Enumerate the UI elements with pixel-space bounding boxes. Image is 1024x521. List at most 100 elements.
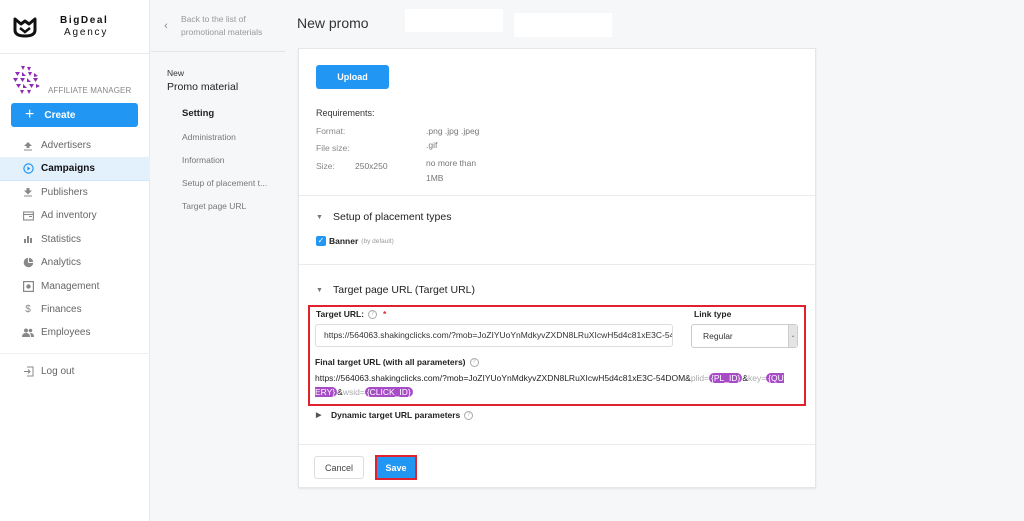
- subnav-item-administration[interactable]: Administration: [182, 130, 267, 153]
- final-url-label-text: Final target URL (with all parameters): [315, 357, 466, 367]
- sidebar-item-label: Employees: [41, 327, 91, 339]
- sidebar-divider: [0, 352, 150, 354]
- sidebar-item-finances[interactable]: $ Finances: [0, 298, 150, 321]
- bigdeal-logo-icon: [13, 17, 37, 37]
- placement-section-title: Setup of placement types: [333, 211, 452, 223]
- link-type-value: Regular: [703, 331, 733, 341]
- subnav-title-main: Promo material: [167, 81, 239, 93]
- sidebar-item-label: Campaigns: [41, 163, 95, 175]
- sidebar-item-label: Analytics: [41, 257, 82, 269]
- main-sidebar: BigDeal Agency AFFILIATE MANAGER + Creat…: [0, 0, 150, 521]
- help-icon[interactable]: ?: [368, 309, 378, 319]
- sidebar-nav: Advertisers Campaigns Publishers Ad inve…: [0, 134, 150, 383]
- subnav-title: New Promo material: [167, 68, 238, 93]
- promo-form-card: Upload Requirements: Format: .png .jpg .…: [298, 48, 816, 488]
- param-tag-pl-id: {PL_ID}: [709, 373, 743, 383]
- placement-section-header[interactable]: ▼ Setup of placement types: [316, 211, 452, 223]
- subnav-title-small: New: [167, 68, 185, 78]
- promo-subnav: ‹ Back to the list of promotional materi…: [151, 0, 285, 521]
- banner-label: Banner: [329, 236, 359, 246]
- user-role: AFFILIATE MANAGER: [11, 64, 131, 96]
- final-url-label: Final target URL (with all parameters) ?: [315, 357, 479, 367]
- download-arrow-icon: [22, 186, 34, 198]
- sidebar-item-label: Management: [41, 280, 100, 292]
- create-button[interactable]: + Create: [11, 103, 138, 127]
- upload-button[interactable]: Upload: [316, 65, 389, 89]
- subnav-item-placement-types[interactable]: Setup of placement t...: [182, 176, 267, 199]
- window-icon: [22, 210, 34, 222]
- format-value-gif: .gif: [426, 140, 438, 150]
- subnav-item-target-url[interactable]: Target page URL: [182, 199, 267, 222]
- brand-line2: Agency: [64, 26, 109, 38]
- sidebar-item-management[interactable]: Management: [0, 274, 150, 297]
- caret-down-icon: ▼: [316, 286, 323, 294]
- required-asterisk: *: [383, 309, 387, 319]
- highlight-box-save: Save: [375, 455, 417, 480]
- sidebar-item-label: Statistics: [41, 233, 82, 245]
- banner-default-note: (by default): [361, 237, 394, 245]
- sidebar-item-campaigns[interactable]: Campaigns: [0, 157, 150, 181]
- target-url-label: Target URL: ? *: [316, 309, 386, 319]
- filesize-label: File size:: [316, 143, 350, 153]
- subnav-items: Setting Administration Information Setup…: [182, 107, 267, 222]
- bar-chart-icon: [22, 233, 34, 245]
- sidebar-item-advertisers[interactable]: Advertisers: [0, 134, 150, 157]
- section-divider: [299, 264, 815, 265]
- people-icon: [22, 327, 34, 339]
- sidebar-item-publishers[interactable]: Publishers: [0, 181, 150, 204]
- back-link-label: Back to the list of promotional material…: [181, 13, 263, 37]
- back-to-list-link[interactable]: ‹ Back to the list of promotional materi…: [151, 0, 285, 52]
- target-section-title: Target page URL (Target URL): [333, 284, 476, 296]
- sidebar-item-label: Ad inventory: [41, 210, 97, 222]
- link-type-label: Link type: [694, 309, 732, 319]
- sidebar-item-ad-inventory[interactable]: Ad inventory: [0, 204, 150, 227]
- sidebar-item-label: Publishers: [41, 186, 88, 198]
- size-label: Size:: [316, 161, 335, 171]
- logout-button[interactable]: Log out: [0, 360, 150, 383]
- create-button-label: Create: [44, 109, 76, 121]
- param-key: key=: [748, 373, 767, 383]
- redacted-area: [514, 13, 612, 37]
- target-url-label-text: Target URL:: [316, 309, 365, 319]
- param-key: wsid=: [342, 387, 365, 397]
- dollar-icon: $: [25, 303, 31, 315]
- logout-icon: [22, 365, 34, 377]
- target-section-header[interactable]: ▼ Target page URL (Target URL): [316, 284, 475, 296]
- subnav-item-setting[interactable]: Setting: [182, 107, 267, 130]
- dynamic-params-label: Dynamic target URL parameters: [331, 410, 461, 420]
- section-divider: [299, 444, 815, 445]
- param-tag-click-id: {CLICK_ID}: [364, 387, 413, 397]
- help-icon[interactable]: ?: [469, 357, 479, 367]
- banner-option: ✓ Banner (by default): [316, 236, 394, 246]
- banner-checkbox[interactable]: ✓: [316, 236, 326, 246]
- brand-logo[interactable]: BigDeal Agency: [0, 0, 149, 54]
- save-button[interactable]: Save: [377, 457, 415, 478]
- brand-name: BigDeal Agency: [60, 15, 108, 39]
- format-value: .png .jpg .jpeg: [426, 126, 480, 136]
- subnav-item-information[interactable]: Information: [182, 153, 267, 176]
- page-title: New promo: [297, 15, 369, 31]
- chevron-left-icon: ‹: [164, 19, 168, 32]
- sidebar-item-label: Advertisers: [41, 140, 92, 152]
- requirements-title: Requirements:: [316, 108, 375, 118]
- help-icon[interactable]: ?: [464, 410, 474, 420]
- sidebar-item-statistics[interactable]: Statistics: [0, 228, 150, 251]
- section-divider: [299, 195, 815, 196]
- filesize-value: no more than: [426, 158, 477, 168]
- redacted-area: [405, 9, 503, 32]
- sidebar-item-employees[interactable]: Employees: [0, 321, 150, 344]
- size-value: 250x250: [355, 161, 388, 171]
- caret-right-icon: ▶: [316, 412, 322, 419]
- chevron-down-icon: ⌄: [788, 325, 797, 347]
- sidebar-item-label: Finances: [41, 303, 82, 315]
- sidebar-item-analytics[interactable]: Analytics: [0, 251, 150, 274]
- caret-down-icon: ▼: [316, 213, 323, 221]
- dynamic-params-toggle[interactable]: ▶ Dynamic target URL parameters ?: [316, 410, 474, 420]
- final-url-base: https://564063.shakingclicks.com/?mob=Jo…: [315, 373, 691, 383]
- param-key: plid=: [690, 373, 710, 383]
- cancel-button[interactable]: Cancel: [314, 456, 364, 479]
- link-type-select[interactable]: Regular ⌄: [691, 324, 798, 348]
- target-url-input[interactable]: https://564063.shakingclicks.com/?mob=Jo…: [315, 324, 673, 347]
- plus-icon: +: [25, 106, 35, 123]
- upload-arrow-icon: [22, 140, 34, 152]
